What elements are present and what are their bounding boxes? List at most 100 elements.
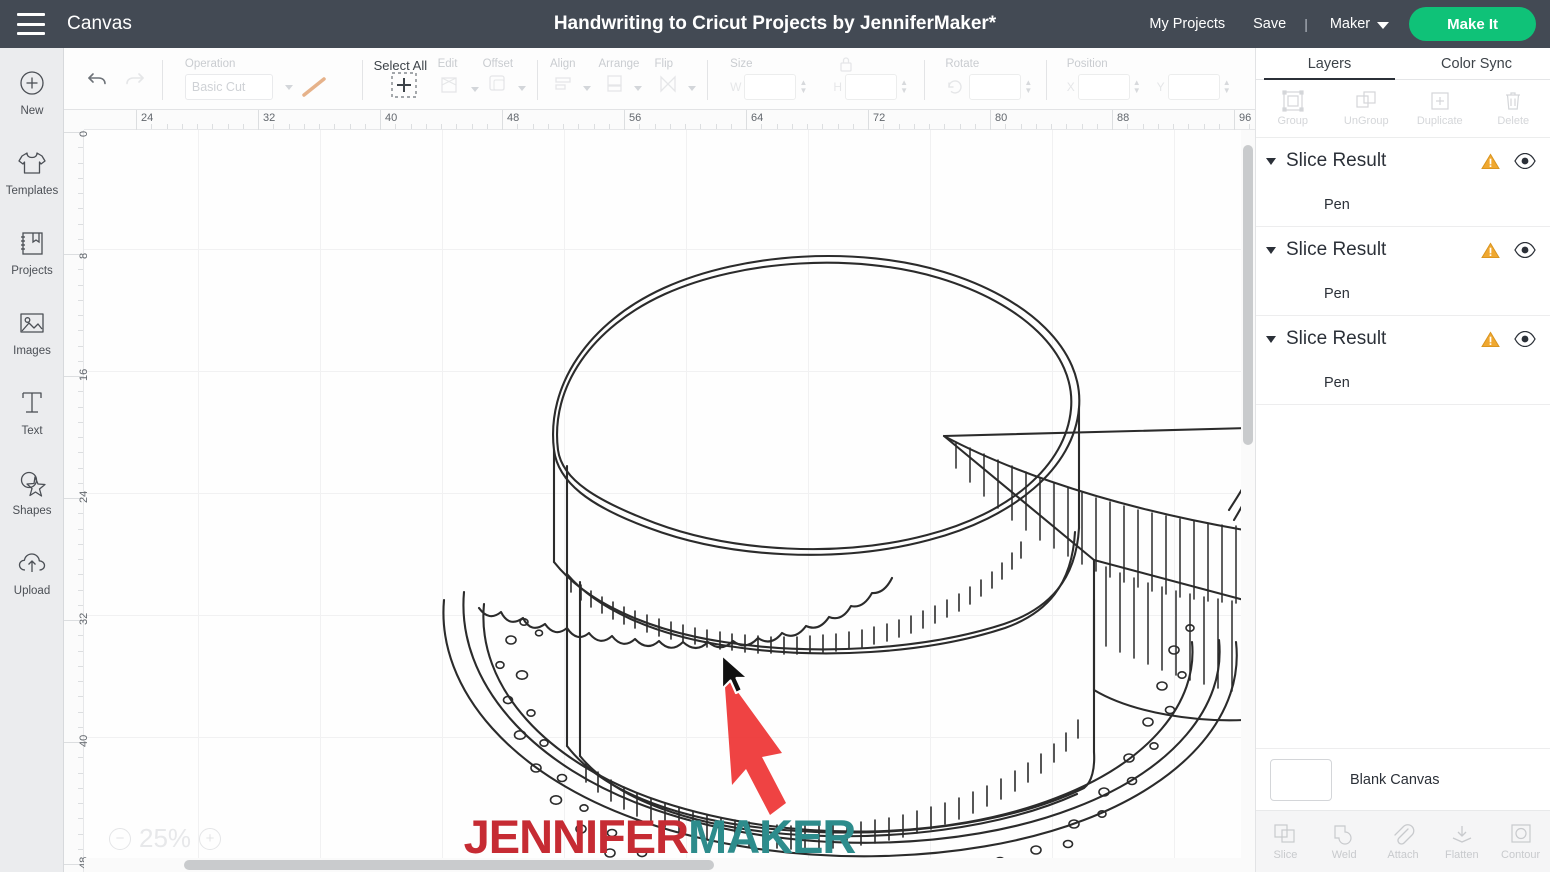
- ruler-h-minor-tick: [1096, 124, 1098, 129]
- redo-button[interactable]: [116, 48, 154, 110]
- vertical-ruler[interactable]: 0 8 16 24 32 40 48: [64, 110, 90, 872]
- my-projects-link[interactable]: My Projects: [1135, 16, 1239, 32]
- chevron-down-icon[interactable]: [1266, 157, 1276, 165]
- sidebar-item-shapes[interactable]: Shapes: [0, 460, 64, 540]
- size-width-stepper[interactable]: ▲ ▼: [799, 79, 807, 95]
- operation-dropdown[interactable]: Basic Cut: [184, 74, 273, 100]
- ruler-h-minor-tick: [1066, 124, 1068, 129]
- sidebar-item-text[interactable]: Text: [0, 380, 64, 460]
- layers-list: Slice Result Pen Slice Result Pen Slice …: [1256, 138, 1550, 748]
- sidebar-item-projects[interactable]: Projects: [0, 220, 64, 300]
- eye-visibility-icon[interactable]: [1514, 242, 1536, 258]
- position-x-input[interactable]: [1077, 74, 1130, 100]
- edit-group[interactable]: Edit: [432, 48, 479, 110]
- canvas-color-row[interactable]: Blank Canvas: [1256, 748, 1550, 810]
- sidebar-label-upload: Upload: [13, 585, 51, 597]
- ruler-h-minor-tick: [791, 124, 793, 129]
- position-x-prefix: X: [1066, 80, 1075, 94]
- offset-group[interactable]: Offset: [479, 48, 530, 110]
- size-height-stepper[interactable]: ▲ ▼: [900, 79, 908, 95]
- tab-layers[interactable]: Layers: [1256, 48, 1403, 80]
- delete-button[interactable]: Delete: [1477, 80, 1550, 137]
- contour-button[interactable]: Contour: [1491, 811, 1550, 872]
- layer-sublabel[interactable]: Pen: [1256, 273, 1550, 315]
- eye-visibility-icon[interactable]: [1514, 331, 1536, 347]
- tab-color-sync[interactable]: Color Sync: [1403, 48, 1550, 79]
- layer-row[interactable]: Slice Result: [1256, 316, 1550, 362]
- vertical-scrollbar[interactable]: [1241, 130, 1255, 860]
- sidebar-item-upload[interactable]: Upload: [0, 540, 64, 620]
- design-canvas[interactable]: 24324048566472808896 0 8 16 24 32 40 48 − 25% …: [64, 110, 1255, 872]
- zoom-in-icon[interactable]: +: [199, 827, 222, 850]
- layer-sublabel[interactable]: Pen: [1256, 184, 1550, 226]
- canvas-grid[interactable]: [84, 130, 1255, 872]
- ruler-v-minor-tick: [78, 223, 83, 225]
- hamburger-menu-icon[interactable]: [17, 13, 45, 35]
- ungroup-icon: [1356, 91, 1376, 108]
- delete-label: Delete: [1497, 115, 1530, 127]
- weld-button[interactable]: Weld: [1315, 811, 1374, 872]
- rotate-input[interactable]: [969, 74, 1022, 100]
- arrange-group[interactable]: Arrange: [597, 48, 651, 110]
- ruler-h-minor-tick: [166, 124, 168, 129]
- machine-selector[interactable]: Maker: [1312, 16, 1401, 32]
- select-all-group[interactable]: Select All: [371, 48, 432, 110]
- ruler-h-minor-tick: [517, 124, 519, 129]
- sidebar-item-new[interactable]: New: [0, 60, 64, 140]
- align-group[interactable]: Align: [546, 48, 597, 110]
- group-button[interactable]: Group: [1256, 80, 1330, 137]
- duplicate-button[interactable]: Duplicate: [1403, 80, 1477, 137]
- text-t-icon: [15, 386, 49, 420]
- size-width-input[interactable]: [744, 74, 797, 100]
- horizontal-ruler[interactable]: 24 32 40 48 56 64 72 80 88 96: [64, 110, 1255, 130]
- horizontal-scroll-thumb[interactable]: [184, 860, 714, 870]
- attach-button[interactable]: Attach: [1374, 811, 1433, 872]
- slice-label: Slice: [1273, 848, 1298, 861]
- layer-name: Slice Result: [1286, 328, 1387, 349]
- eye-visibility-icon[interactable]: [1514, 153, 1536, 169]
- warning-icon[interactable]: [1481, 330, 1500, 348]
- blank-canvas-swatch[interactable]: [1270, 758, 1332, 801]
- sidebar-label-new: New: [20, 105, 44, 117]
- left-sidebar: New Templates Projects Images Text Shape…: [0, 48, 64, 872]
- layer-group: Slice Result Pen: [1256, 316, 1550, 405]
- ungroup-button[interactable]: UnGroup: [1330, 80, 1404, 137]
- make-it-button[interactable]: Make It: [1409, 7, 1536, 41]
- layer-row[interactable]: Slice Result: [1256, 138, 1550, 184]
- vertical-scroll-thumb[interactable]: [1243, 145, 1253, 445]
- chevron-down-icon[interactable]: [1266, 246, 1276, 254]
- ruler-h-minor-tick: [1142, 124, 1144, 129]
- layer-row[interactable]: Slice Result: [1256, 227, 1550, 273]
- operation-caret[interactable]: [273, 84, 299, 90]
- lock-icon[interactable]: [836, 54, 856, 74]
- ruler-h-minor-tick: [547, 124, 549, 129]
- cake-line-drawing[interactable]: [84, 130, 1255, 872]
- ruler-v-tick: 8: [64, 253, 90, 259]
- layer-sublabel[interactable]: Pen: [1256, 362, 1550, 404]
- warning-icon[interactable]: [1481, 241, 1500, 259]
- zoom-control[interactable]: − 25% +: [109, 823, 222, 854]
- flatten-label: Flatten: [1444, 848, 1479, 861]
- position-x-stepper[interactable]: ▲ ▼: [1133, 79, 1141, 95]
- sidebar-item-images[interactable]: Images: [0, 300, 64, 380]
- undo-button[interactable]: [78, 48, 116, 110]
- sidebar-item-templates[interactable]: Templates: [0, 140, 64, 220]
- zoom-out-icon[interactable]: −: [109, 827, 131, 850]
- save-button[interactable]: Save: [1239, 16, 1300, 32]
- ruler-h-minor-tick: [608, 124, 610, 129]
- horizontal-scrollbar[interactable]: [84, 858, 1255, 872]
- position-y-stepper[interactable]: ▲ ▼: [1223, 79, 1231, 95]
- warning-icon[interactable]: [1481, 152, 1500, 170]
- layers-panel: Layers Color Sync Group UnGroup Duplicat…: [1255, 48, 1550, 872]
- pen-color-swatch[interactable]: [299, 74, 329, 100]
- layer-row-icons: [1481, 152, 1536, 170]
- flip-group[interactable]: Flip: [651, 48, 700, 110]
- rotate-stepper[interactable]: ▲ ▼: [1024, 79, 1032, 95]
- chevron-down-icon[interactable]: [1266, 335, 1276, 343]
- ruler-v-minor-tick: [78, 665, 83, 667]
- slice-button[interactable]: Slice: [1256, 811, 1315, 872]
- ruler-v-minor-tick: [78, 696, 83, 698]
- flatten-button[interactable]: Flatten: [1432, 811, 1491, 872]
- position-y-input[interactable]: [1167, 74, 1220, 100]
- size-height-input[interactable]: [845, 74, 898, 100]
